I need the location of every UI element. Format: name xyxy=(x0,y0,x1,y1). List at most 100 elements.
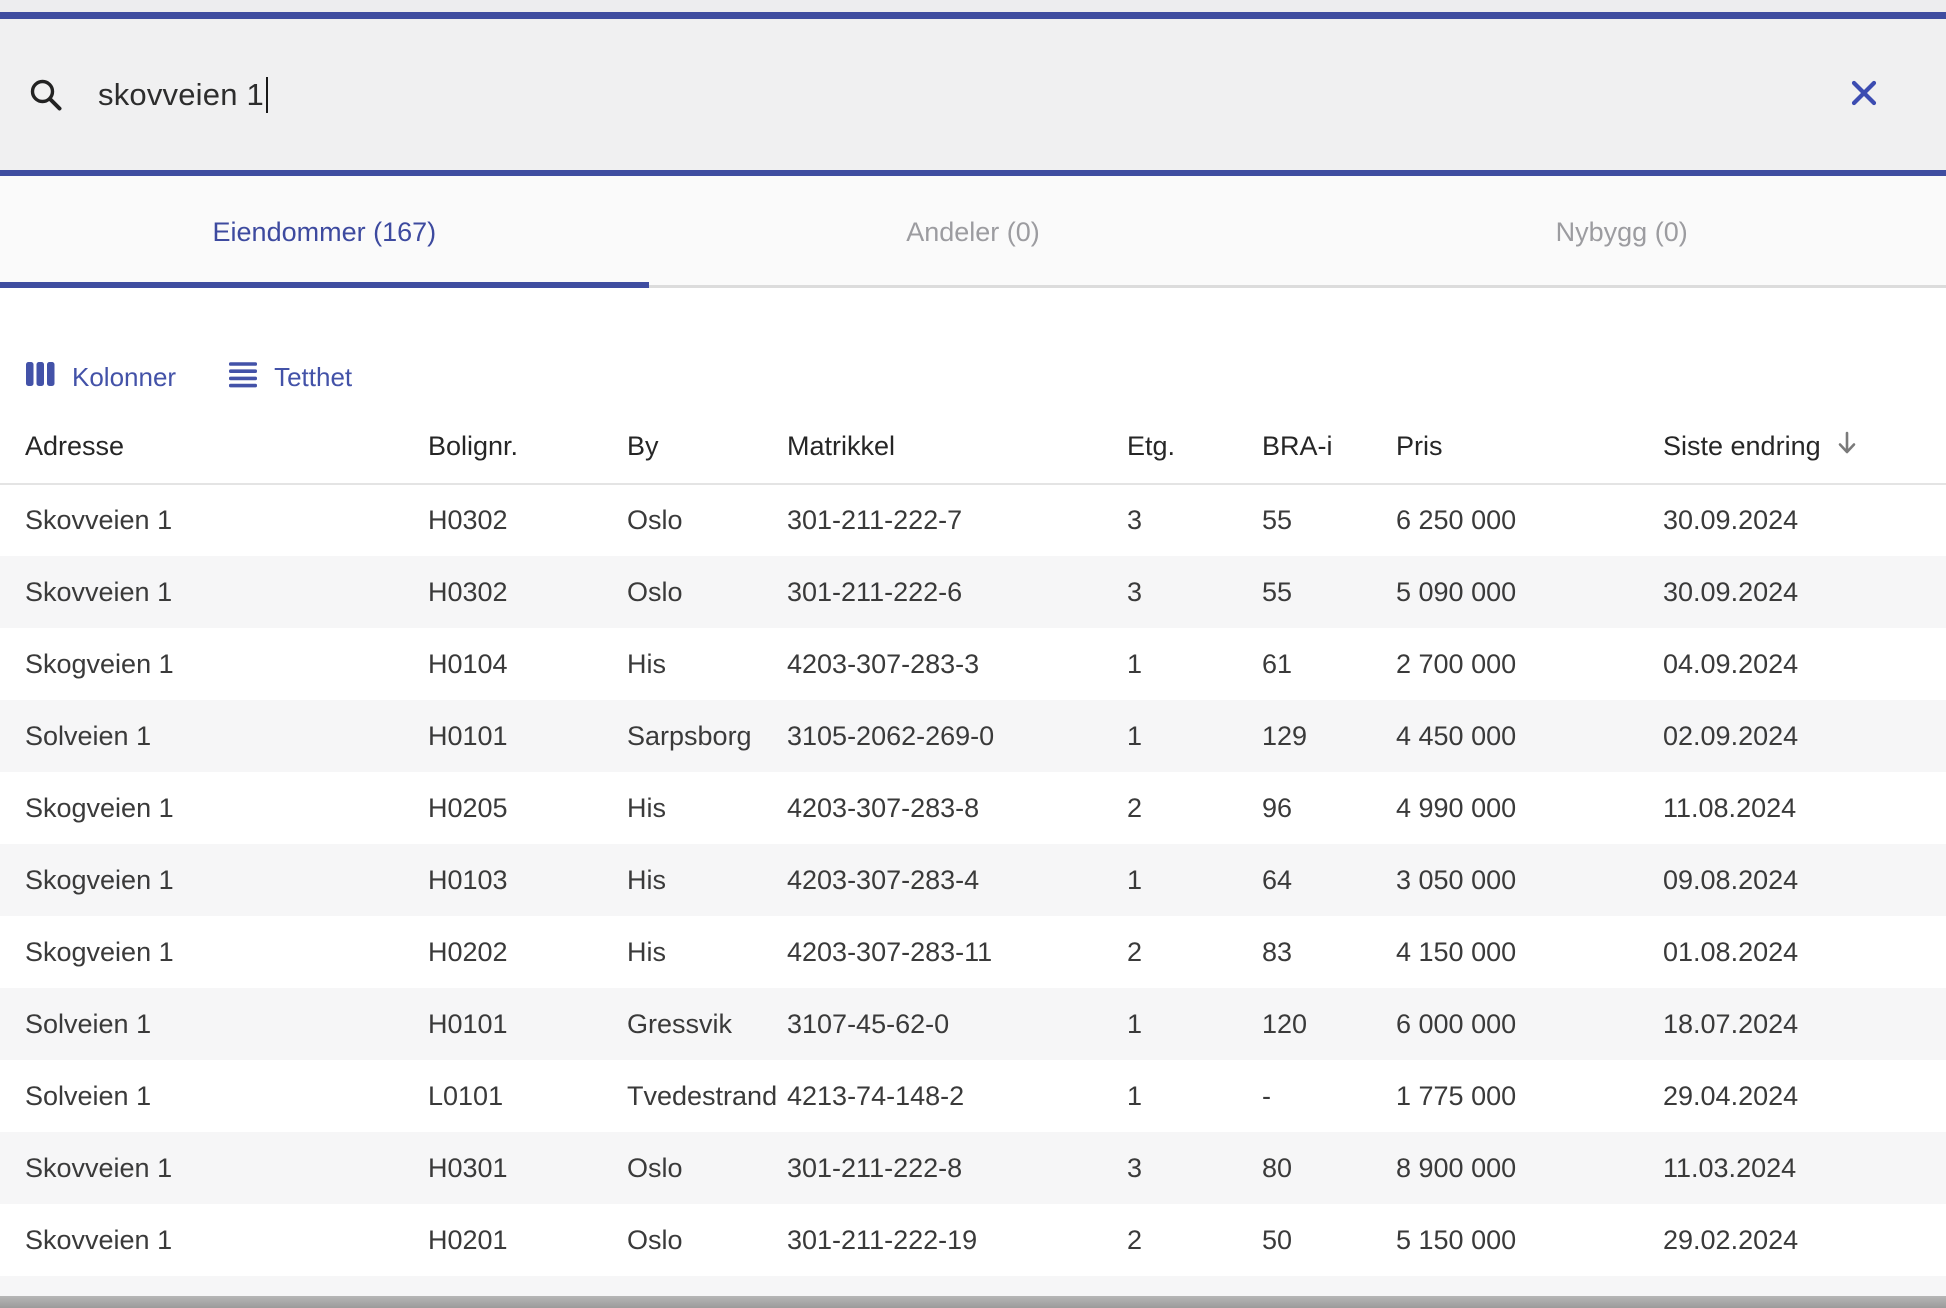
tab-bar: Eiendommer (167) Andeler (0) Nybygg (0) xyxy=(0,176,1946,288)
table-cell: 3105-2062-269-0 xyxy=(787,700,1127,772)
table-cell: H0101 xyxy=(428,700,627,772)
tab-label: Eiendommer (167) xyxy=(213,217,437,248)
accent-divider-top xyxy=(0,12,1946,19)
table-cell: Solveien 1 xyxy=(25,700,428,772)
table-cell: H0302 xyxy=(428,556,627,628)
table-cell: His xyxy=(627,772,787,844)
column-header-adresse[interactable]: Adresse xyxy=(25,410,428,484)
table-row[interactable]: Skovveien 1H0201Oslo301-211-222-192505 1… xyxy=(0,1204,1946,1276)
tab-eiendommer[interactable]: Eiendommer (167) xyxy=(0,176,649,288)
table-row[interactable]: Solveien 1H0101Sarpsborg3105-2062-269-01… xyxy=(0,700,1946,772)
table-cell: 4213-74-148-2 xyxy=(787,1060,1127,1132)
table-cell: L0101 xyxy=(428,1060,627,1132)
table-cell: 4203-307-283-8 xyxy=(787,772,1127,844)
search-input[interactable]: skovveien 1 xyxy=(98,77,1842,113)
header-spacer xyxy=(0,410,25,484)
row-spacer xyxy=(0,1060,25,1132)
tab-label: Nybygg (0) xyxy=(1556,217,1688,248)
row-spacer xyxy=(0,916,25,988)
table-cell: 1 775 000 xyxy=(1396,1060,1663,1132)
table-cell: Skovveien 1 xyxy=(25,556,428,628)
tab-nybygg[interactable]: Nybygg (0) xyxy=(1297,176,1946,288)
table-cell: 80 xyxy=(1262,1132,1396,1204)
table-row[interactable]: Skogveien 1H0103His4203-307-283-41643 05… xyxy=(0,844,1946,916)
table-row[interactable]: Skogveien 1H0202His4203-307-283-112834 1… xyxy=(0,916,1946,988)
table-cell: 5 150 000 xyxy=(1396,1204,1663,1276)
columns-button-label: Kolonner xyxy=(72,362,176,393)
table-cell: H0201 xyxy=(428,1204,627,1276)
table-cell: 1 xyxy=(1127,844,1262,916)
table-cell: Oslo xyxy=(627,1204,787,1276)
table-cell: 04.09.2024 xyxy=(1663,628,1946,700)
table-cell: Solveien 1 xyxy=(25,988,428,1060)
table-cell: 2 xyxy=(1127,916,1262,988)
clear-search-button[interactable] xyxy=(1842,73,1886,117)
column-header-matrikkel[interactable]: Matrikkel xyxy=(787,410,1127,484)
table-cell: 1 xyxy=(1127,988,1262,1060)
table-cell: Oslo xyxy=(627,1132,787,1204)
table-cell: Oslo xyxy=(627,484,787,556)
tab-andeler[interactable]: Andeler (0) xyxy=(649,176,1298,288)
row-spacer xyxy=(0,1132,25,1204)
density-button-label: Tetthet xyxy=(274,362,352,393)
column-header-by[interactable]: By xyxy=(627,410,787,484)
table-cell: 4 150 000 xyxy=(1396,916,1663,988)
table-cell: 301-211-222-6 xyxy=(787,556,1127,628)
table-cell: 30.09.2024 xyxy=(1663,484,1946,556)
table-cell: 301-211-222-7 xyxy=(787,484,1127,556)
table-cell: Tvedestrand xyxy=(627,1060,787,1132)
text-cursor xyxy=(266,77,269,113)
column-header-siste-endring[interactable]: Siste endring xyxy=(1663,410,1946,484)
table-cell: 6 000 000 xyxy=(1396,988,1663,1060)
table-cell: 5 090 000 xyxy=(1396,556,1663,628)
column-header-etg[interactable]: Etg. xyxy=(1127,410,1262,484)
table-cell: 3 050 000 xyxy=(1396,844,1663,916)
row-spacer xyxy=(0,556,25,628)
density-button[interactable]: Tetthet xyxy=(228,360,352,395)
table-cell: 4203-307-283-3 xyxy=(787,628,1127,700)
table-row[interactable]: Skovveien 1H0302Oslo301-211-222-73556 25… xyxy=(0,484,1946,556)
table-row[interactable]: Skovveien 1H0302Oslo301-211-222-63555 09… xyxy=(0,556,1946,628)
table-cell: 4 990 000 xyxy=(1396,772,1663,844)
table-cell: Skogveien 1 xyxy=(25,844,428,916)
table-cell: 2 xyxy=(1127,772,1262,844)
table-cell: 4203-307-283-4 xyxy=(787,844,1127,916)
table-cell: Skogveien 1 xyxy=(25,772,428,844)
table-cell: His xyxy=(627,628,787,700)
table-cell: 1 xyxy=(1127,628,1262,700)
columns-icon xyxy=(25,359,56,396)
table-cell: 01.08.2024 xyxy=(1663,916,1946,988)
table-cell: 4203-307-283-11 xyxy=(787,916,1127,988)
columns-button[interactable]: Kolonner xyxy=(25,359,176,396)
table-row[interactable]: Solveien 1H0101Gressvik3107-45-62-011206… xyxy=(0,988,1946,1060)
table-row[interactable]: Solveien 1L0101Tvedestrand4213-74-148-21… xyxy=(0,1060,1946,1132)
table-row[interactable]: Skovveien 1H0301Oslo301-211-222-83808 90… xyxy=(0,1132,1946,1204)
table-cell: 6 250 000 xyxy=(1396,484,1663,556)
table-cell: His xyxy=(627,844,787,916)
table-cell: 8 900 000 xyxy=(1396,1132,1663,1204)
row-spacer xyxy=(0,844,25,916)
table-row[interactable]: Skogveien 1H0104His4203-307-283-31612 70… xyxy=(0,628,1946,700)
column-header-bolignr[interactable]: Bolignr. xyxy=(428,410,627,484)
table-cell: 55 xyxy=(1262,556,1396,628)
column-header-pris[interactable]: Pris xyxy=(1396,410,1663,484)
scrollbar-thumb[interactable] xyxy=(0,1296,1946,1308)
table-row-partial xyxy=(0,1276,1946,1296)
table-cell: 29.04.2024 xyxy=(1663,1060,1946,1132)
table-cell: His xyxy=(627,916,787,988)
results-table: Adresse Bolignr. By Matrikkel Etg. BRA-i… xyxy=(0,410,1946,1276)
table-cell: 55 xyxy=(1262,484,1396,556)
table-cell: 18.07.2024 xyxy=(1663,988,1946,1060)
table-cell: 301-211-222-19 xyxy=(787,1204,1127,1276)
table-cell: 50 xyxy=(1262,1204,1396,1276)
table-cell: 3107-45-62-0 xyxy=(787,988,1127,1060)
table-cell: 64 xyxy=(1262,844,1396,916)
close-icon xyxy=(1845,74,1883,115)
column-header-bra-i[interactable]: BRA-i xyxy=(1262,410,1396,484)
table-row[interactable]: Skogveien 1H0205His4203-307-283-82964 99… xyxy=(0,772,1946,844)
results-panel: Kolonner Tetthet xyxy=(0,344,1946,1276)
table-cell: 1 xyxy=(1127,1060,1262,1132)
table-cell: Skogveien 1 xyxy=(25,628,428,700)
table-cell: Sarpsborg xyxy=(627,700,787,772)
row-spacer xyxy=(0,628,25,700)
